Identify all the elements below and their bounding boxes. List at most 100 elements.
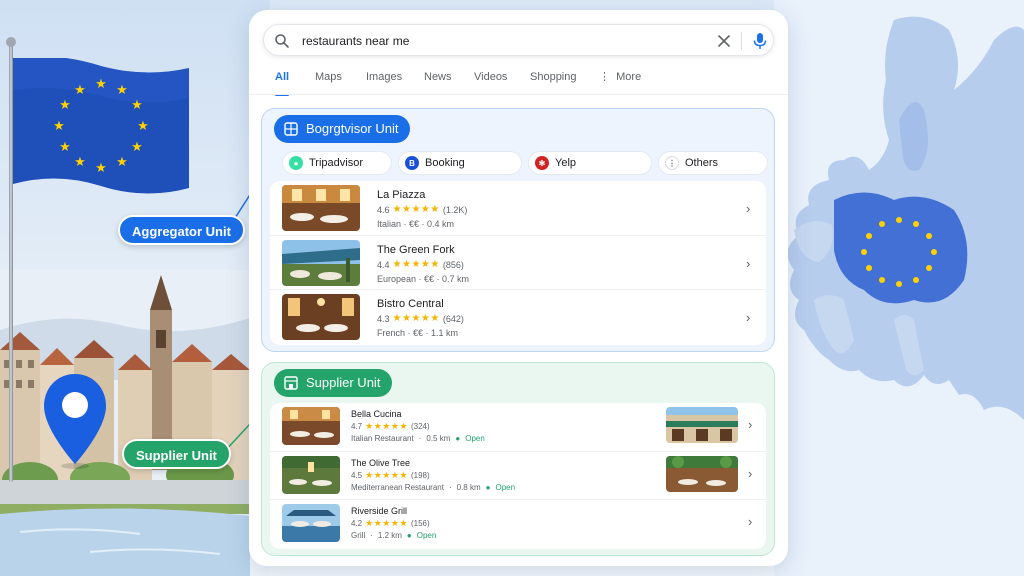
search-input[interactable] (302, 31, 702, 51)
tab-all[interactable]: All (275, 70, 289, 94)
restaurant-name: Bella Cucina (351, 409, 402, 419)
chip-yelp[interactable]: ✻ Yelp (528, 151, 652, 175)
location-pin-icon: ● (406, 531, 412, 540)
chevron-right-icon[interactable]: › (746, 256, 750, 271)
restaurant-name: Bistro Central (377, 298, 444, 310)
search-divider (741, 32, 742, 50)
separator-dot: · (418, 434, 422, 443)
rating: 4.5 ★★★★★ (198) (351, 470, 430, 481)
chip-others[interactable]: ⋮ Others (658, 151, 768, 175)
svg-text:★: ★ (74, 83, 86, 98)
restaurant-name: The Olive Tree (351, 458, 411, 468)
review-count: (198) (410, 471, 430, 480)
aggregator-results: La Piazza 4.6 ★★★★★ (1.2K) Italian · €€ … (270, 181, 766, 345)
chevron-right-icon[interactable]: › (748, 417, 752, 432)
list-item[interactable]: Bella Cucina 4.7 ★★★★★ (324) Italian Res… (270, 403, 766, 449)
search-tabs: All Maps Images News Videos Shopping ⋮ M… (263, 70, 774, 96)
restaurant-meta: French · €€ · 1.1 km (377, 328, 459, 338)
chip-label: Tripadvisor (309, 157, 363, 169)
star-rating-icon: ★★★★★ (365, 470, 408, 480)
rating-value: 4.2 (351, 519, 363, 528)
svg-text:★: ★ (137, 119, 149, 134)
supplier-unit: Supplier Unit Bella Cucina 4.7 ★★★★★ (32… (261, 362, 775, 556)
tab-more-label: More (616, 71, 642, 83)
rating: 4.7 ★★★★★ (324) (351, 421, 430, 432)
more-vertical-icon: ⋮ (665, 156, 679, 170)
rating-value: 4.5 (351, 471, 363, 480)
rating: 4.4 ★★★★★ (856) (377, 259, 464, 270)
star-rating-icon: ★★★★★ (365, 518, 408, 528)
chip-booking[interactable]: B Booking (398, 151, 522, 175)
restaurant-meta: Italian Restaurant · 0.5 km ● Open (351, 434, 485, 443)
tab-more[interactable]: ⋮ More (599, 70, 641, 94)
rating-value: 4.7 (351, 422, 363, 431)
city-illustration (0, 270, 250, 576)
svg-text:★: ★ (131, 140, 143, 155)
location-pin-icon (44, 374, 106, 469)
rating-value: 4.4 (377, 259, 390, 270)
tab-images[interactable]: Images (366, 70, 402, 94)
booking-icon: B (405, 156, 419, 170)
chevron-right-icon[interactable]: › (746, 201, 750, 216)
tabs-divider (249, 94, 788, 95)
europe-map-illustration (774, 0, 1024, 576)
star-rating-icon: ★★★★★ (392, 313, 440, 324)
tab-news[interactable]: News (424, 70, 452, 94)
restaurant-meta: Mediterranean Restaurant · 0.8 km ● Open (351, 483, 515, 492)
restaurant-photo (282, 456, 340, 494)
list-item[interactable]: La Piazza 4.6 ★★★★★ (1.2K) Italian · €€ … (270, 181, 766, 235)
search-icon[interactable] (274, 33, 290, 49)
open-status: Open (465, 434, 485, 443)
svg-text:★: ★ (131, 98, 143, 113)
star-rating-icon: ★★★★★ (392, 204, 440, 215)
svg-text:★: ★ (59, 140, 71, 155)
restaurant-meta: Italian · €€ · 0.4 km (377, 219, 455, 229)
chevron-right-icon[interactable]: › (748, 514, 752, 529)
aggregator-unit-badge: Bogrgtvisor Unit (274, 115, 411, 143)
rating: 4.2 ★★★★★ (156) (351, 518, 430, 529)
tab-shopping[interactable]: Shopping (530, 70, 577, 94)
review-count: (1.2K) (442, 204, 468, 215)
restaurant-category: Grill (351, 531, 366, 540)
restaurant-photo (282, 504, 340, 542)
aggregator-unit: Bogrgtvisor Unit ● Tripadvisor B Booking… (261, 108, 775, 352)
tripadvisor-icon: ● (289, 156, 303, 170)
storefront-photo (666, 407, 738, 443)
restaurant-photo (282, 240, 360, 286)
location-pin-icon: ● (455, 434, 461, 443)
restaurant-category: Mediterranean Restaurant (351, 483, 444, 492)
open-status: Open (416, 531, 437, 540)
supplier-unit-callout: Supplier Unit (122, 439, 231, 469)
svg-text:★: ★ (95, 161, 107, 176)
restaurant-meta: Grill · 1.2 km ● Open (351, 531, 436, 540)
clear-icon[interactable] (716, 33, 732, 49)
storefront-photo (666, 456, 738, 492)
restaurant-photo (282, 185, 360, 231)
microphone-icon[interactable] (752, 32, 768, 50)
search-bar[interactable] (263, 24, 774, 56)
rating-value: 4.3 (377, 313, 390, 324)
flag-pole-finial (6, 37, 16, 47)
chip-tripadvisor[interactable]: ● Tripadvisor (282, 151, 392, 175)
review-count: (642) (442, 313, 464, 324)
list-item[interactable]: Bistro Central 4.3 ★★★★★ (642) French · … (270, 289, 766, 343)
tab-videos[interactable]: Videos (474, 70, 507, 94)
chevron-right-icon[interactable]: › (748, 466, 752, 481)
review-count: (856) (442, 259, 464, 270)
tab-maps[interactable]: Maps (315, 70, 342, 94)
more-vertical-icon: ⋮ (599, 71, 610, 83)
chevron-right-icon[interactable]: › (746, 310, 750, 325)
svg-text:★: ★ (59, 98, 71, 113)
svg-text:★: ★ (116, 155, 128, 170)
restaurant-photo (282, 294, 360, 340)
restaurant-distance: 1.2 km (377, 531, 402, 540)
list-item[interactable]: The Olive Tree 4.5 ★★★★★ (198) Mediterra… (270, 451, 766, 497)
grid-icon (284, 122, 298, 136)
restaurant-name: La Piazza (377, 189, 426, 201)
aggregator-unit-title: Bogrgtvisor Unit (306, 121, 399, 136)
list-item[interactable]: The Green Fork 4.4 ★★★★★ (856) European … (270, 235, 766, 289)
separator-dot: · (448, 483, 452, 492)
rating: 4.3 ★★★★★ (642) (377, 313, 464, 324)
restaurant-photo (282, 407, 340, 445)
list-item[interactable]: Riverside Grill 4.2 ★★★★★ (156) Grill · … (270, 499, 766, 545)
